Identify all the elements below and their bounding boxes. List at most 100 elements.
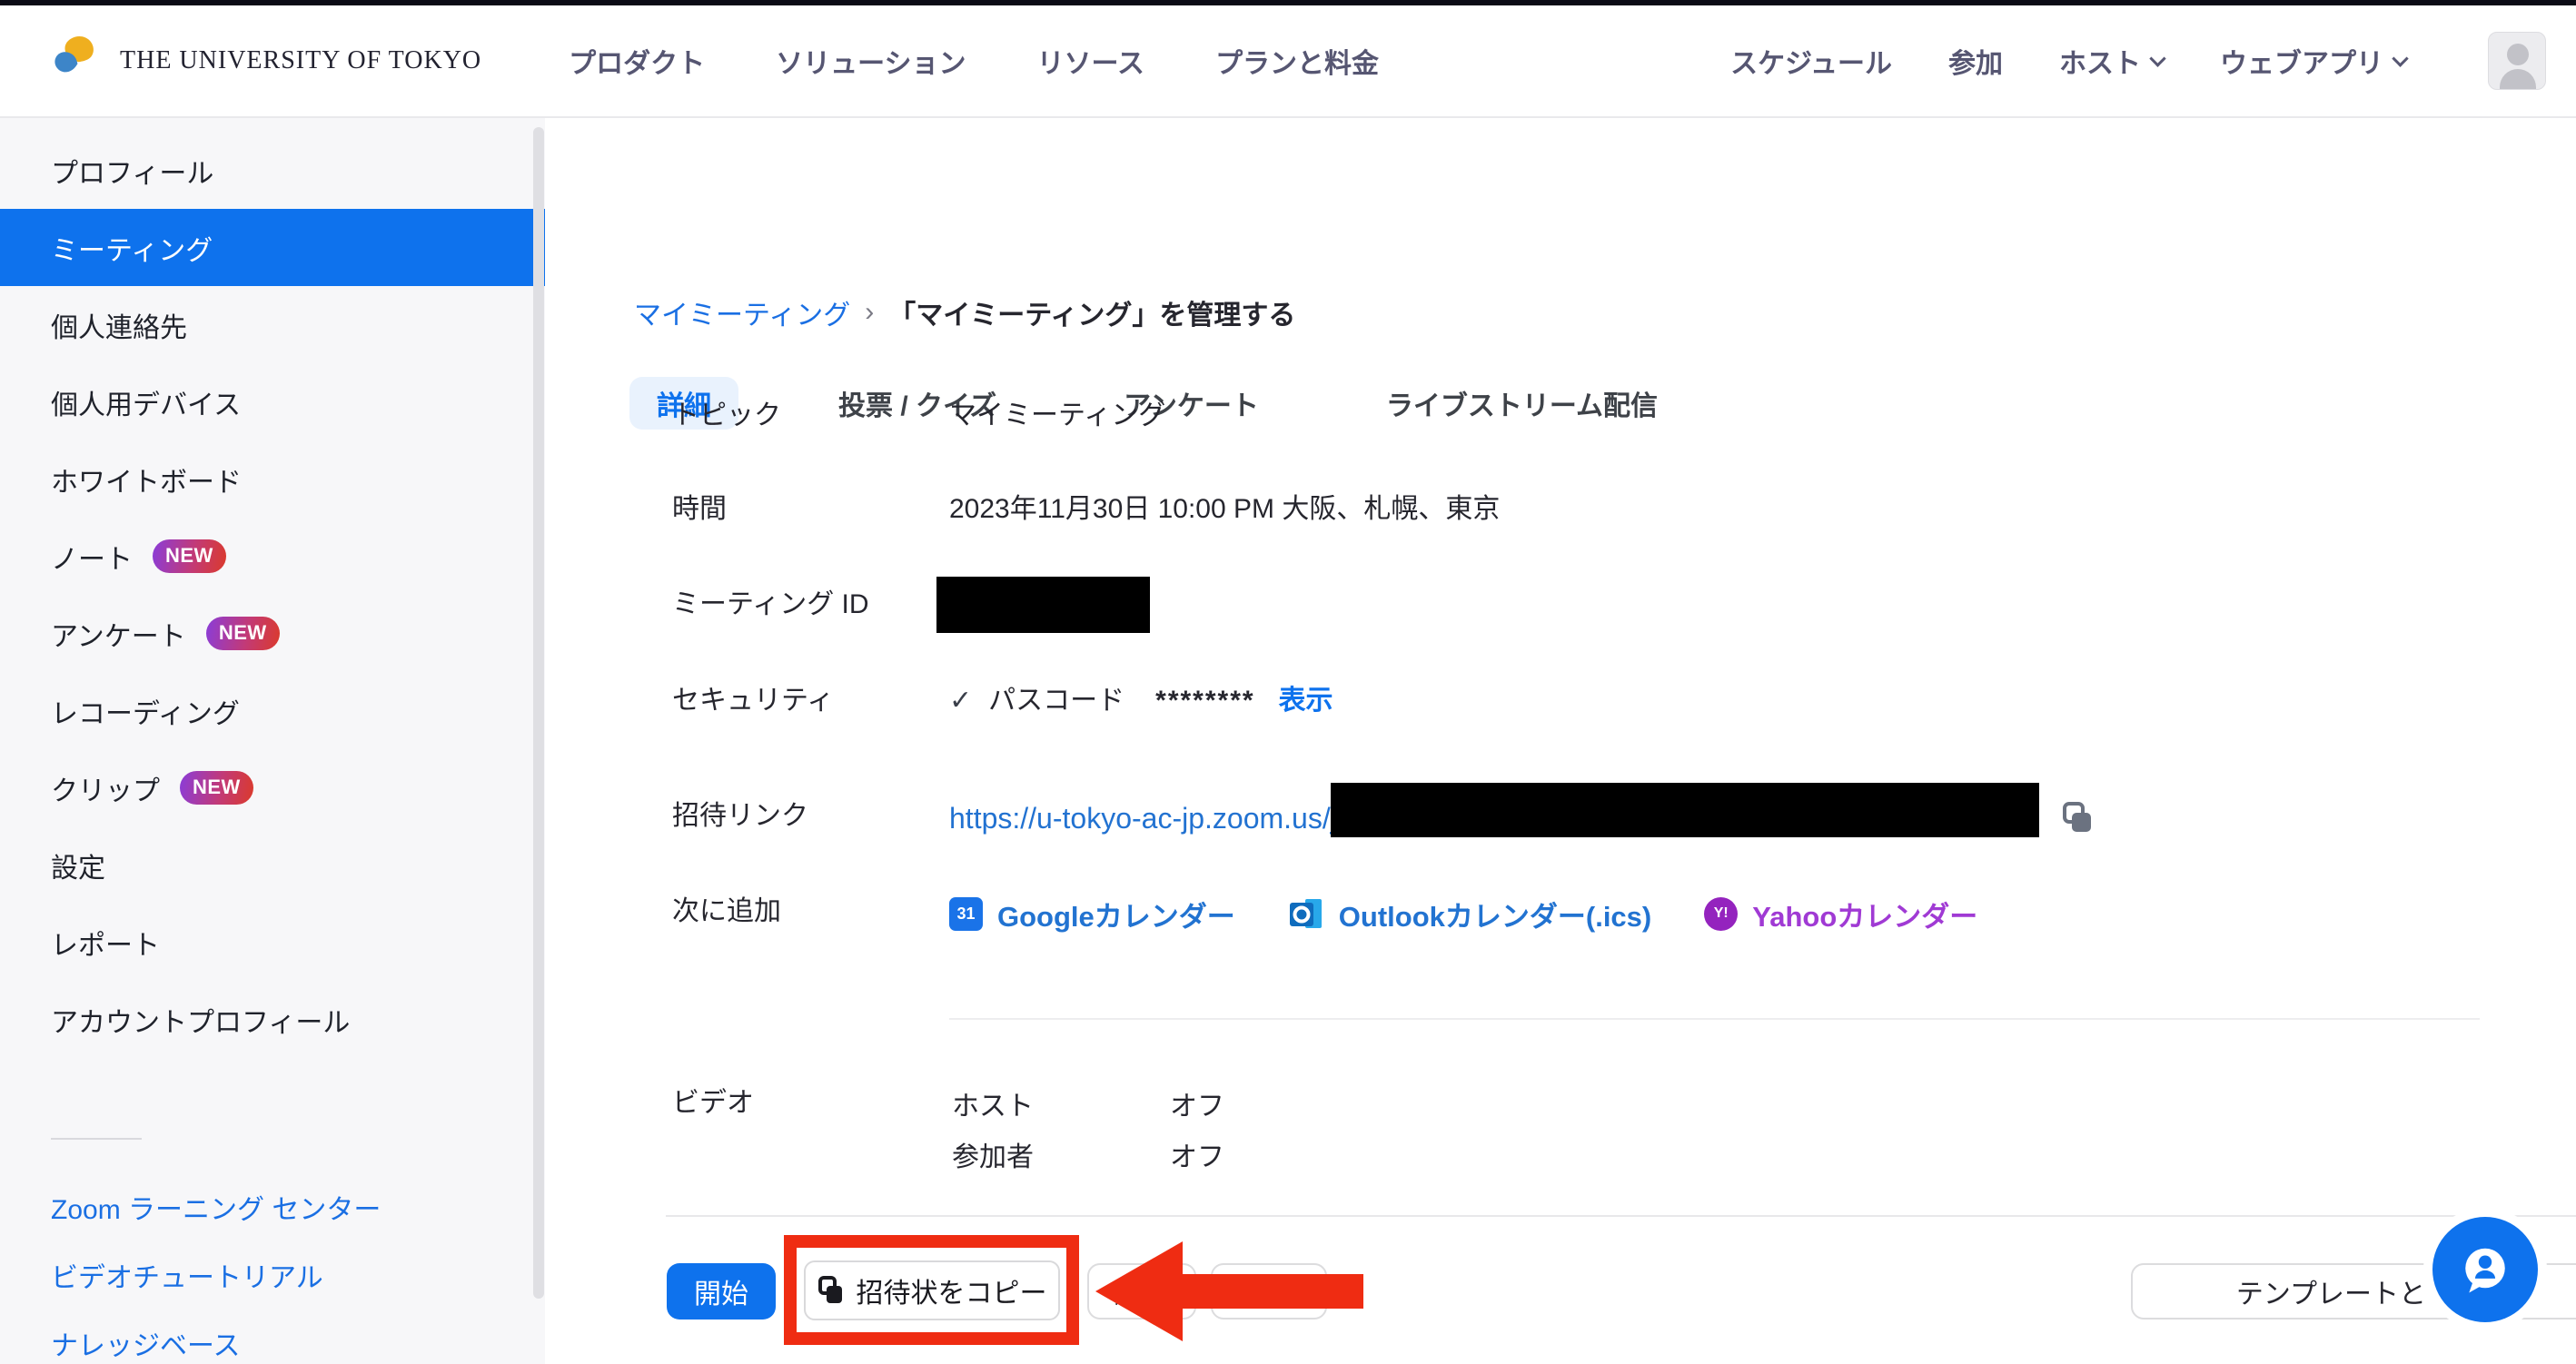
breadcrumb-my-meetings[interactable]: マイミーティング: [634, 292, 850, 332]
sidebar-item-label: レコーディング: [51, 691, 240, 731]
tab-live-streaming[interactable]: ライブストリーム配信: [1359, 377, 1685, 430]
sidebar-item-label: 個人用デバイス: [51, 382, 241, 422]
invite-link-label: 招待リンク: [672, 798, 808, 835]
red-highlight-box: 招待状をコピー: [784, 1235, 1079, 1345]
sidebar-item-reports[interactable]: レポート: [0, 904, 545, 981]
nav-plans-pricing[interactable]: プランと料金: [1215, 41, 1379, 81]
chevron-down-icon: [2392, 50, 2408, 66]
invite-link-url[interactable]: https://u-tokyo-ac-jp.zoom.us/j/: [949, 798, 1345, 838]
sidebar-item-label: ノート: [51, 537, 133, 577]
video-host-value: オフ: [1170, 1089, 1224, 1125]
yahoo-calendar-icon: Y!: [1704, 897, 1738, 931]
copy-icon: [817, 1275, 846, 1306]
sidebar-item-meetings[interactable]: ミーティング: [0, 209, 545, 286]
outlook-calendar-label: Outlookカレンダー(.ics): [1339, 894, 1651, 934]
yahoo-calendar-link[interactable]: Y! Yahooカレンダー: [1704, 894, 1977, 934]
nav-solutions[interactable]: ソリューション: [776, 41, 966, 81]
google-calendar-link[interactable]: 31 Googleカレンダー: [949, 894, 1235, 934]
red-arrow-annotation: [1095, 1241, 1183, 1341]
sidebar-link-knowledge-base[interactable]: ナレッジベース: [0, 1309, 545, 1364]
copy-icon: [2060, 801, 2095, 835]
video-label: ビデオ: [672, 1085, 754, 1122]
new-badge: NEW: [206, 617, 280, 650]
security-value: ✓パスコード********表示: [949, 683, 1333, 719]
sidebar-item-whiteboard[interactable]: ホワイトボード: [0, 440, 545, 518]
nav-web-app-label: ウェブアプリ: [2220, 41, 2383, 81]
sidebar-links: Zoom ラーニング センター ビデオチュートリアル ナレッジベース: [0, 1172, 545, 1364]
contact-person-icon: [2452, 1237, 2518, 1302]
header: THE UNIVERSITY OF TOKYO プロダクト ソリューション リソ…: [0, 5, 2576, 118]
outlook-calendar-link[interactable]: Outlookカレンダー(.ics): [1288, 894, 1651, 934]
user-avatar[interactable]: [2488, 32, 2546, 90]
new-badge: NEW: [180, 771, 253, 805]
section-divider: [949, 1018, 2480, 1020]
show-passcode-link[interactable]: 表示: [1279, 686, 1333, 716]
nav-resources[interactable]: リソース: [1037, 41, 1145, 81]
nav-products[interactable]: プロダクト: [569, 41, 705, 81]
sidebar-item-label: 個人連絡先: [51, 305, 187, 345]
passcode-mask: ********: [1155, 686, 1254, 716]
sidebar-item-personal-contacts[interactable]: 個人連絡先: [0, 286, 545, 363]
nav-schedule[interactable]: スケジュール: [1730, 41, 1892, 81]
nav-left: プロダクト ソリューション リソース プランと料金: [569, 41, 1379, 81]
meeting-id-label: ミーティング ID: [672, 587, 869, 623]
sidebar-item-label: プロフィール: [51, 151, 213, 191]
nav-host[interactable]: ホスト: [2059, 41, 2164, 81]
sidebar-link-learning-center[interactable]: Zoom ラーニング センター: [0, 1172, 545, 1240]
breadcrumb: マイミーティング › 「マイミーティング」を管理する: [634, 292, 1295, 332]
start-button[interactable]: 開始: [667, 1263, 776, 1320]
breadcrumb-separator: ›: [865, 297, 874, 328]
sidebar-item-personal-devices[interactable]: 個人用デバイス: [0, 363, 545, 440]
sidebar-item-profile[interactable]: プロフィール: [0, 132, 545, 209]
sidebar-link-video-tutorials[interactable]: ビデオチュートリアル: [0, 1240, 545, 1309]
sidebar-item-label: クリップ: [51, 768, 160, 808]
sidebar-item-label: 設定: [51, 845, 105, 885]
sidebar-scrollbar[interactable]: [533, 127, 544, 1299]
add-to-label: 次に追加: [672, 894, 781, 930]
sidebar-item-label: アンケート: [51, 614, 186, 654]
footer-divider: [666, 1215, 2576, 1217]
nav-host-label: ホスト: [2059, 41, 2141, 81]
support-chat-fab[interactable]: [2432, 1217, 2538, 1322]
sidebar-item-settings[interactable]: 設定: [0, 826, 545, 904]
sidebar-item-clips[interactable]: クリップ NEW: [0, 749, 545, 826]
sidebar-item-surveys[interactable]: アンケート NEW: [0, 595, 545, 672]
yahoo-calendar-label: Yahooカレンダー: [1752, 894, 1977, 934]
university-logo[interactable]: THE UNIVERSITY OF TOKYO: [53, 33, 481, 89]
zoom-web-portal: THE UNIVERSITY OF TOKYO プロダクト ソリューション リソ…: [0, 0, 2576, 1364]
video-host-label: ホスト: [952, 1089, 1034, 1125]
sidebar-item-account-profile[interactable]: アカウントプロフィール: [0, 981, 545, 1058]
time-value: 2023年11月30日 10:00 PM 大阪、札幌、東京: [949, 491, 1500, 528]
topic-label: トピック: [672, 398, 781, 434]
avatar-person-icon: [2500, 69, 2536, 90]
sidebar-item-label: ホワイトボード: [51, 460, 242, 499]
new-badge: NEW: [153, 539, 226, 573]
topic-value: マイミーティング: [949, 398, 1165, 434]
passcode-label: パスコード: [988, 686, 1125, 716]
nav-join[interactable]: 参加: [1948, 41, 2003, 81]
copy-link-button[interactable]: [2060, 801, 2095, 835]
time-label: 時間: [672, 491, 727, 528]
sidebar-item-label: ミーティング: [51, 228, 213, 268]
nav-web-app[interactable]: ウェブアプリ: [2220, 41, 2406, 81]
google-calendar-icon: 31: [949, 897, 983, 931]
nav-right: スケジュール 参加 ホスト ウェブアプリ: [1730, 32, 2576, 90]
video-participant-label: 参加者: [952, 1140, 1034, 1176]
page-title: 「マイミーティング」を管理する: [888, 292, 1295, 332]
chevron-down-icon: [2149, 50, 2165, 66]
sidebar-list: プロフィール ミーティング 個人連絡先 個人用デバイス ホワイトボード ノート N…: [0, 118, 545, 1058]
video-participant-value: オフ: [1170, 1140, 1224, 1176]
main-content: マイミーティング › 「マイミーティング」を管理する 詳細 投票 / クイズ ア…: [545, 118, 2576, 1364]
utokyo-ginkgo-icon: [53, 33, 104, 89]
outlook-calendar-icon: [1288, 896, 1324, 931]
copy-invitation-button[interactable]: 招待状をコピー: [804, 1260, 1060, 1320]
sidebar-item-recordings[interactable]: レコーディング: [0, 672, 545, 749]
logo-text: THE UNIVERSITY OF TOKYO: [120, 46, 481, 75]
sidebar-item-notes[interactable]: ノート NEW: [0, 518, 545, 595]
redacted-invite-link: [1331, 783, 2039, 837]
avatar-person-icon: [2507, 44, 2529, 65]
sidebar-divider: [51, 1138, 142, 1140]
google-calendar-label: Googleカレンダー: [997, 894, 1235, 934]
sidebar-item-label: アカウントプロフィール: [51, 1000, 350, 1040]
calendar-links: 31 Googleカレンダー Outlookカレンダー(.ics) Y! Yah…: [949, 894, 1977, 934]
